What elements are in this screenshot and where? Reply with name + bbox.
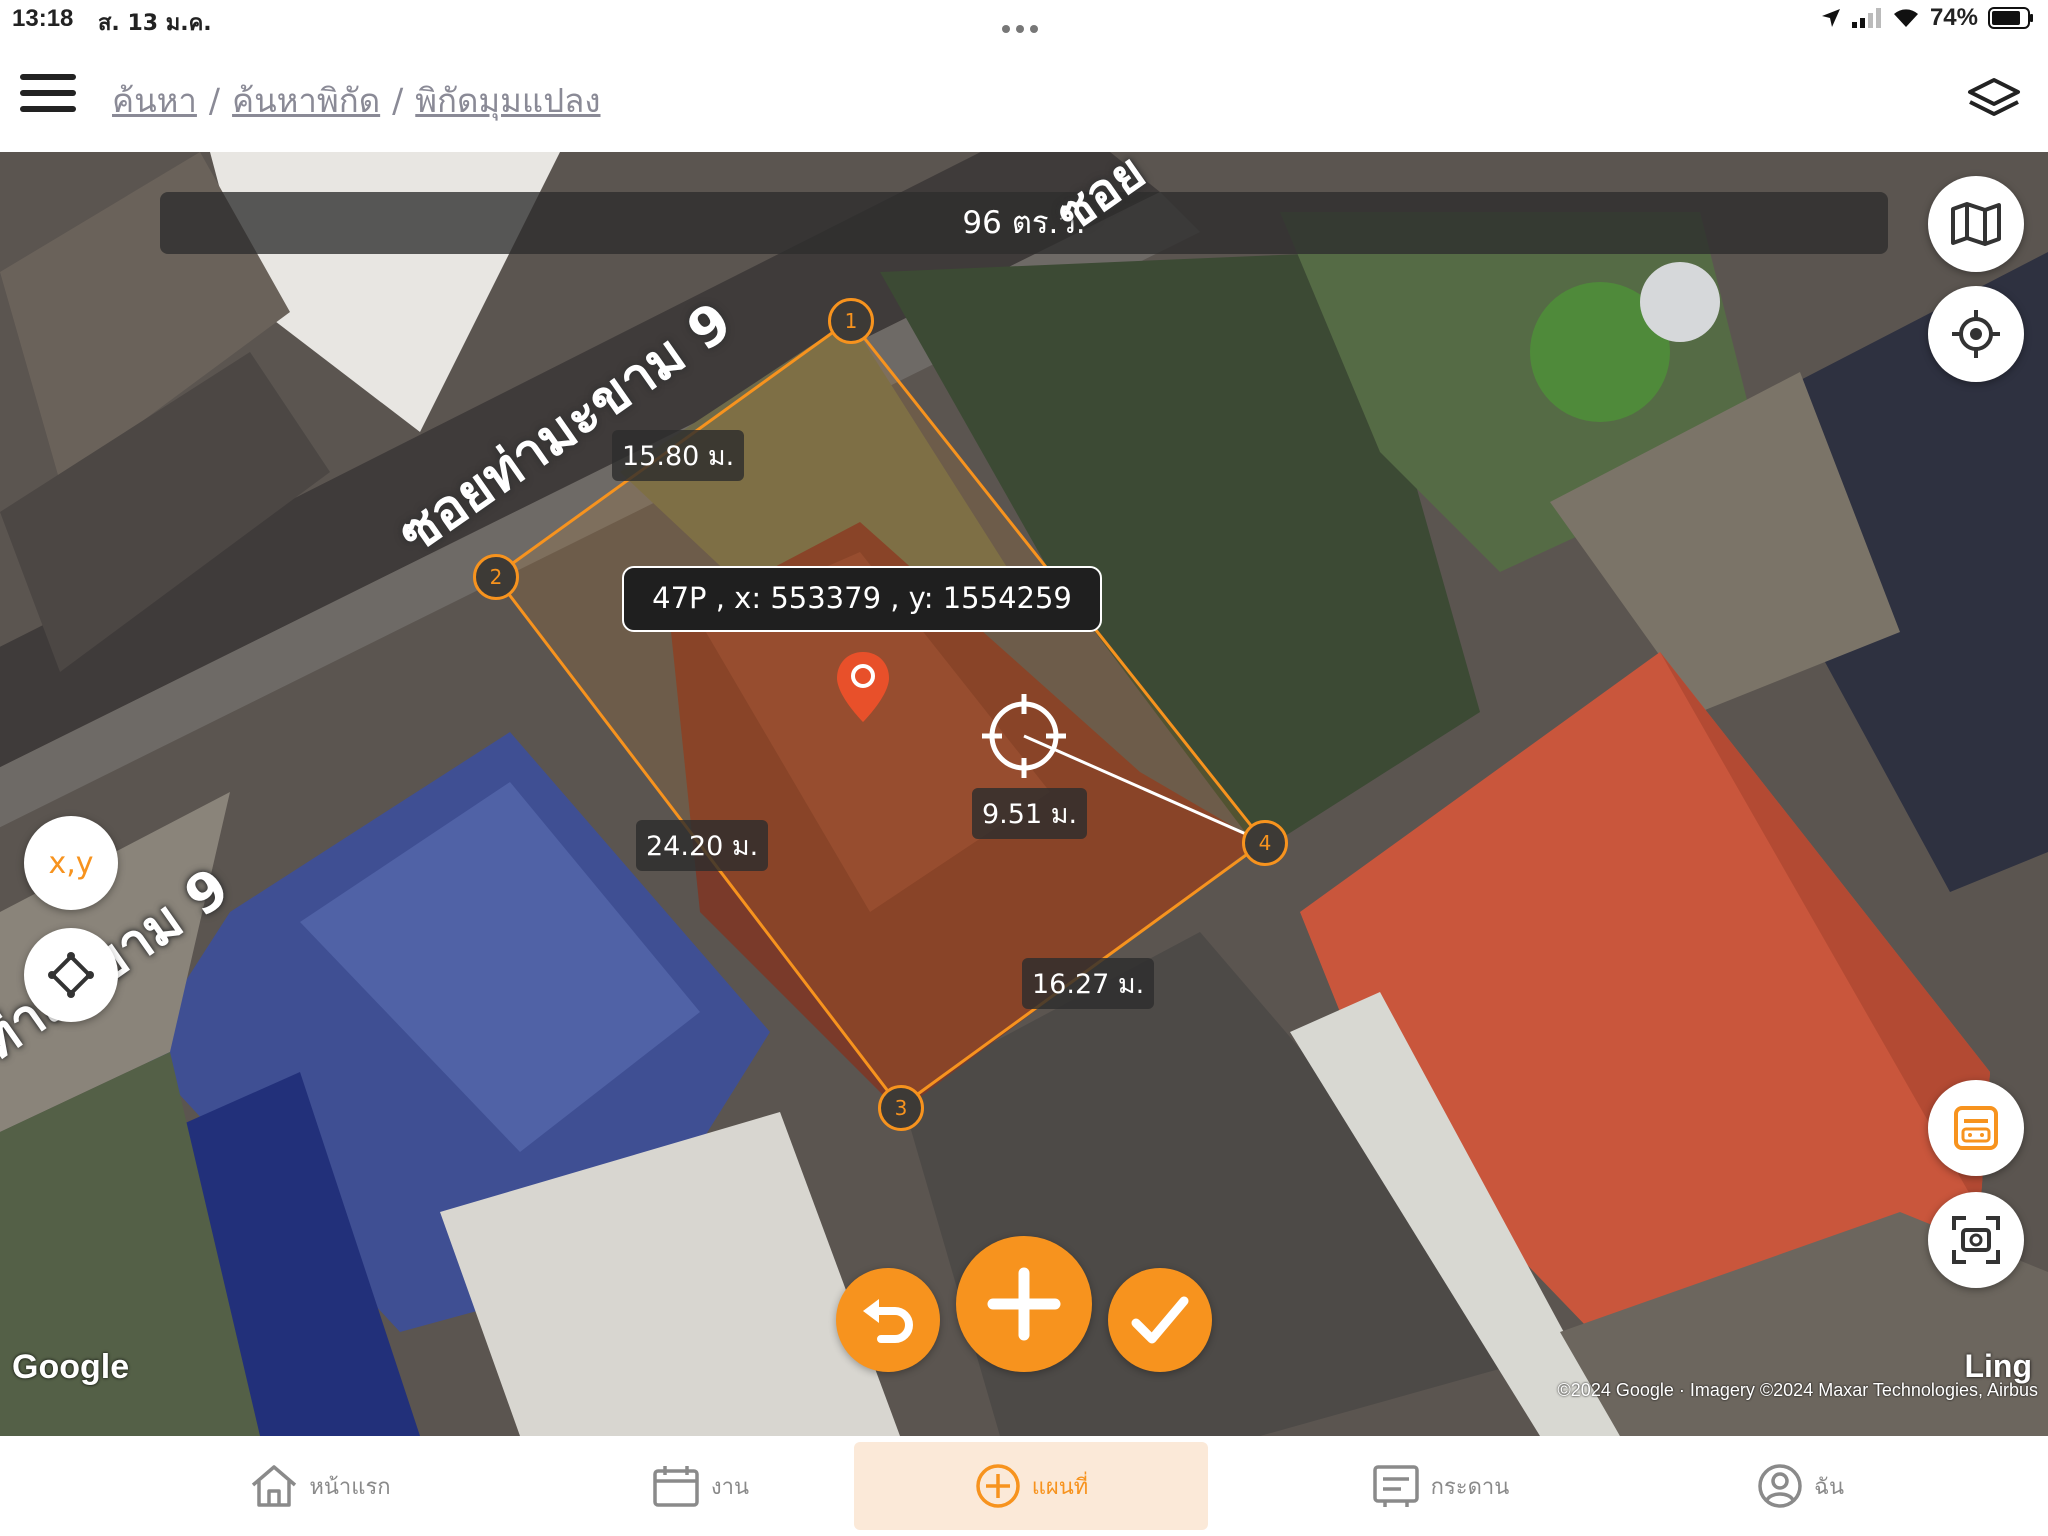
xy-input-button[interactable]: x,y — [24, 816, 118, 910]
bottom-tab-bar: หน้าแรก งาน แผนที่ กระดาน ฉัน — [0, 1436, 2048, 1536]
breadcrumb: ค้นหา / ค้นหาพิกัด / พิกัดมุมแปลง — [112, 81, 601, 120]
google-logo: Google — [12, 1348, 130, 1386]
undo-icon — [863, 1299, 913, 1343]
calendar-icon — [653, 1466, 699, 1507]
status-bar: 13:18 ส. 13 ม.ค. 74% — [0, 0, 2048, 40]
map-copyright: ©2024 Google · Imagery ©2024 Maxar Techn… — [1557, 1380, 2038, 1400]
breadcrumb-coordinate-search[interactable]: ค้นหาพิกัด — [232, 81, 380, 120]
coordinate-readout: 47P , x: 553379 , y: 1554259 — [622, 566, 1102, 632]
tab-me[interactable]: ฉัน — [1700, 1442, 1900, 1530]
area-summary: 96 ตร.ว. — [160, 192, 1888, 254]
tab-board-label: กระดาน — [1430, 1474, 1510, 1500]
tab-me-label: ฉัน — [1813, 1474, 1845, 1500]
breadcrumb-plot-corners[interactable]: พิกัดมุมแปลง — [415, 81, 600, 120]
plot-vertex-4[interactable]: 4 — [1242, 820, 1288, 866]
tab-map-label: แผนที่ — [1031, 1474, 1089, 1500]
crosshair-icon[interactable] — [982, 694, 1066, 778]
plot-vertex-1[interactable]: 1 — [828, 298, 874, 344]
xy-icon: x,y — [48, 845, 94, 881]
status-indicators: 74% — [1820, 4, 2034, 32]
locate-me-button[interactable] — [1928, 286, 2024, 382]
confirm-button[interactable] — [1108, 1268, 1212, 1372]
map-view[interactable]: 96 ตร.ว. ซอยท่ามะขาม 9 ท่ามะขาม 9 ซอย 1 … — [0, 152, 2048, 1436]
wifi-icon — [1893, 9, 1918, 27]
map-type-button[interactable] — [1928, 176, 2024, 272]
tab-work-label: งาน — [710, 1474, 750, 1500]
layers-icon[interactable] — [1966, 74, 2022, 122]
undo-button[interactable] — [836, 1268, 940, 1372]
plot-vertex-2[interactable]: 2 — [473, 554, 519, 600]
edge-length-1-2: 15.80 ม. — [612, 430, 745, 481]
status-time: 13:18 — [12, 5, 74, 32]
plot-vertex-3[interactable]: 3 — [878, 1085, 924, 1131]
tab-board[interactable]: กระดาน — [1320, 1442, 1560, 1530]
hamburger-menu-icon[interactable] — [20, 74, 76, 118]
cursor-distance: 9.51 ม. — [972, 788, 1088, 839]
check-icon — [1131, 1296, 1189, 1344]
locate-icon — [1952, 310, 2000, 358]
screenshot-button[interactable] — [1928, 1192, 2024, 1288]
calculator-icon — [1954, 1106, 1998, 1150]
tab-home[interactable]: หน้าแรก — [200, 1442, 440, 1530]
board-icon — [1372, 1465, 1419, 1507]
status-date: ส. 13 ม.ค. — [98, 11, 212, 36]
signal-icon — [1851, 8, 1881, 28]
plus-circle-icon — [975, 1464, 1020, 1508]
edge-length-2-3: 24.20 ม. — [636, 820, 769, 871]
edge-length-3-4: 16.27 ม. — [1022, 958, 1155, 1009]
tab-work[interactable]: งาน — [580, 1442, 820, 1530]
screenshot-icon — [1952, 1216, 2000, 1264]
location-pin-icon[interactable] — [834, 650, 892, 724]
map-icon — [1951, 202, 2001, 246]
battery-percent: 74% — [1929, 4, 1978, 31]
location-arrow-icon — [1821, 9, 1840, 27]
user-icon — [1758, 1464, 1802, 1508]
plus-icon — [987, 1267, 1061, 1341]
multitask-dots-icon[interactable] — [1002, 12, 1046, 33]
app-header: ค้นหา / ค้นหาพิกัด / พิกัดมุมแปลง — [0, 40, 2048, 152]
battery-icon — [1988, 7, 2033, 29]
diamond-icon — [48, 952, 94, 998]
tab-map[interactable]: แผนที่ — [854, 1442, 1208, 1530]
breadcrumb-search[interactable]: ค้นหา — [112, 81, 197, 120]
plot-shape-button[interactable] — [24, 928, 118, 1022]
calculator-button[interactable] — [1928, 1080, 2024, 1176]
home-icon — [252, 1465, 297, 1507]
add-point-button[interactable] — [956, 1236, 1092, 1372]
tab-home-label: หน้าแรก — [309, 1474, 391, 1500]
